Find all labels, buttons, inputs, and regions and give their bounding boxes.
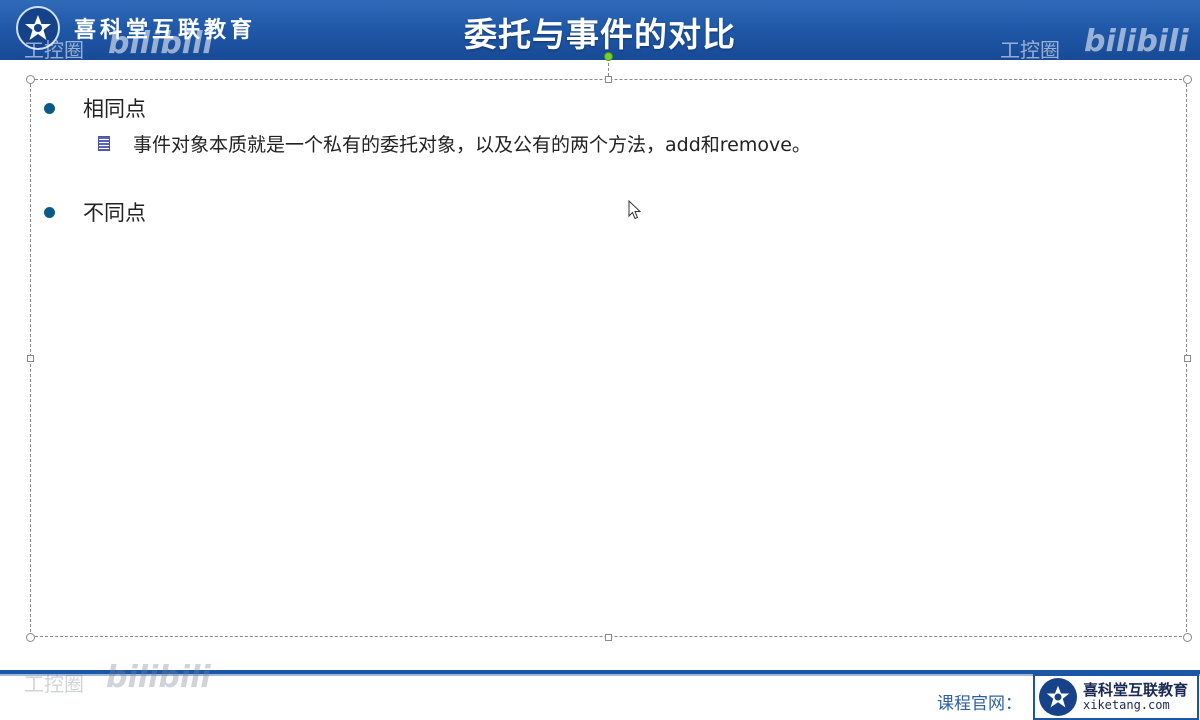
bullet-dot-icon xyxy=(44,206,55,218)
footer-logo-url: xiketang.com xyxy=(1083,697,1170,712)
resize-handle-right[interactable] xyxy=(1184,355,1191,362)
mouse-cursor-icon xyxy=(628,199,642,224)
watermark-text-right: 工控圈 xyxy=(1000,38,1060,62)
bullet-label: 相同点 xyxy=(83,97,146,121)
footer-logo: 喜科堂互联教育 xiketang.com xyxy=(1033,674,1199,720)
bullet-same-points[interactable]: 相同点 xyxy=(44,93,146,123)
course-site-label: 课程官网： xyxy=(937,694,1022,714)
watermark-bili-bottom: bilibili xyxy=(106,660,211,695)
bullet-label: 不同点 xyxy=(83,201,146,225)
sub-bullet-icon xyxy=(98,136,110,151)
resize-handle-bottom-left[interactable] xyxy=(26,633,35,642)
resize-handle-top[interactable] xyxy=(605,76,612,83)
bullet-dot-icon xyxy=(44,102,55,114)
star-logo-icon xyxy=(1039,678,1077,716)
slide-header: 喜科堂互联教育 工控圈 bilibili 委托与事件的对比 工控圈 bilibi… xyxy=(0,0,1200,62)
sub-bullet-item[interactable]: 事件对象本质就是一个私有的委托对象，以及公有的两个方法，add和remove。 xyxy=(98,130,811,157)
sub-bullet-text: 事件对象本质就是一个私有的委托对象，以及公有的两个方法，add和remove。 xyxy=(133,134,811,156)
rotation-handle[interactable] xyxy=(604,52,613,61)
resize-handle-top-right[interactable] xyxy=(1183,75,1192,84)
resize-handle-top-left[interactable] xyxy=(26,75,35,84)
text-box-frame[interactable] xyxy=(30,79,1187,637)
bullet-different-points[interactable]: 不同点 xyxy=(44,197,146,227)
resize-handle-bottom-right[interactable] xyxy=(1183,633,1192,642)
resize-handle-bottom[interactable] xyxy=(605,634,612,641)
watermark-text-bottom: 工控圈 xyxy=(24,672,84,696)
watermark-bili-right: bilibili xyxy=(1084,24,1189,59)
footer-logo-name: 喜科堂互联教育 xyxy=(1083,680,1189,699)
resize-handle-left[interactable] xyxy=(27,355,34,362)
